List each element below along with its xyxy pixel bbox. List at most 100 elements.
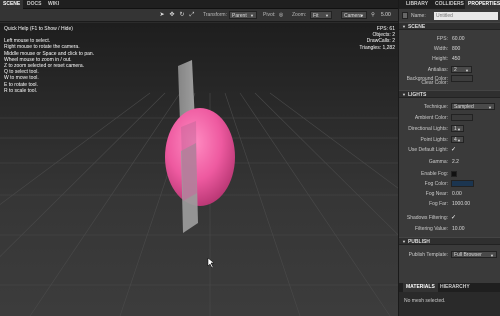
- zoom-select[interactable]: Fit ▼: [310, 11, 332, 19]
- height-label: Height:: [432, 56, 448, 62]
- fog-far-field[interactable]: 1000.00: [452, 200, 470, 208]
- chevron-down-icon: ▼: [457, 138, 461, 143]
- transform-label: Transform:: [203, 12, 227, 18]
- chevron-down-icon: ▼: [490, 253, 494, 258]
- fps-label: FPS:: [436, 36, 448, 42]
- gamma-label: Gamma:: [428, 159, 448, 165]
- width-label: Width:: [433, 46, 448, 52]
- scene-section-title: SCENE: [407, 24, 426, 30]
- chevron-down-icon: ▼: [250, 13, 254, 18]
- fog-color-swatch[interactable]: [451, 180, 474, 187]
- help-line: Middle mouse or Space and click to pan.: [4, 50, 95, 57]
- help-line: R to scale tool.: [4, 87, 38, 94]
- zoom-value: Fit: [313, 13, 319, 19]
- ambient-color-label: Ambient Color:: [414, 115, 448, 121]
- shadows-filtering-row: Shadows Filtering: ✓: [399, 214, 500, 222]
- enable-fog-row: Enable Fog:: [399, 170, 500, 178]
- tab-hierarchy[interactable]: HIERARCHY: [437, 283, 473, 292]
- zoom-label: Zoom:: [292, 12, 307, 18]
- tab-docs[interactable]: DOCS: [24, 0, 44, 9]
- ambient-color-row: Ambient Color:: [399, 114, 500, 122]
- name-input[interactable]: Untitled: [434, 12, 498, 20]
- camera-icon[interactable]: ⚲: [369, 12, 377, 19]
- lights-section-title: LIGHTS: [407, 92, 427, 98]
- antialias-label: Antialias:: [427, 67, 448, 73]
- name-icon: [402, 12, 408, 19]
- fog-color-label: Fog Color:: [424, 181, 448, 187]
- point-lights-label: Point Lights:: [420, 137, 448, 143]
- properties-panel: LIBRARY COLLIDERS PROPERTIES Name: Untit…: [398, 0, 500, 316]
- tab-wiki[interactable]: WIKI: [45, 0, 62, 9]
- enable-fog-label: Enable Fog:: [421, 171, 448, 177]
- height-row: Height: 450: [399, 55, 500, 63]
- triangle-down-icon: ▼: [402, 239, 406, 244]
- tab-library[interactable]: LIBRARY: [403, 0, 431, 9]
- technique-select[interactable]: Sampled ▼: [451, 103, 495, 110]
- scale-icon[interactable]: ⤢: [188, 12, 196, 19]
- technique-row: Technique: Sampled ▼: [399, 103, 500, 111]
- tab-properties[interactable]: PROPERTIES: [465, 0, 500, 9]
- chevron-down-icon: ▼: [360, 13, 364, 18]
- right-tab-bar: LIBRARY COLLIDERS PROPERTIES: [399, 0, 500, 9]
- directional-lights-select[interactable]: 1 ▼: [451, 125, 464, 132]
- gamma-row: Gamma: 2.2: [399, 158, 500, 166]
- publish-section-title: PUBLISH: [407, 239, 430, 245]
- viewport-toolbar: ➤ ✥ ↻ ⤢ Transform: Parent ▼ Pivot: ◎ Zoom…: [0, 9, 398, 22]
- tab-colliders[interactable]: COLLIDERS: [432, 0, 467, 9]
- point-lights-select[interactable]: 4 ▼: [451, 136, 464, 143]
- move-icon[interactable]: ✥: [168, 12, 176, 19]
- stat-triangles: Triangles: 1,282: [359, 44, 395, 51]
- tab-materials[interactable]: MATERIALS: [403, 283, 438, 292]
- plane-sphere-overlap: [181, 121, 197, 201]
- fps-row: FPS: 60.00: [399, 35, 500, 43]
- publish-template-select[interactable]: Full Browser ▼: [451, 251, 497, 258]
- fog-far-label: Fog Far:: [429, 201, 448, 207]
- main-tab-bar: SCENE DOCS WIKI: [0, 0, 398, 9]
- default-light-row: Use Default Light: ✓: [399, 146, 500, 154]
- rotate-icon[interactable]: ↻: [178, 12, 186, 19]
- fps-field[interactable]: 60.00: [452, 35, 465, 43]
- mouse-cursor-icon: [207, 257, 215, 269]
- pivot-icon[interactable]: ◎: [277, 12, 285, 19]
- gamma-field[interactable]: 2.2: [452, 158, 459, 166]
- tab-scene[interactable]: SCENE: [0, 0, 24, 9]
- technique-value: Sampled: [454, 104, 474, 110]
- publish-template-label: Publish Template:: [408, 252, 448, 258]
- chevron-down-icon: ▼: [325, 13, 329, 18]
- camera-speed-field[interactable]: 5.00: [379, 11, 396, 19]
- triangle-down-icon: ▼: [402, 24, 406, 29]
- filtering-value-row: Filtering Value: 10.00: [399, 225, 500, 233]
- sphere-mesh[interactable]: [165, 108, 235, 206]
- shadows-filtering-checkbox[interactable]: ✓: [451, 214, 456, 222]
- antialias-value: 2: [454, 67, 457, 73]
- antialias-select[interactable]: 2 ▼: [451, 66, 472, 73]
- enable-fog-checkbox[interactable]: [451, 171, 457, 177]
- default-light-checkbox[interactable]: ✓: [451, 146, 456, 154]
- camera-select[interactable]: Camera ▼: [341, 11, 367, 19]
- fog-near-field[interactable]: 0.00: [452, 190, 462, 198]
- pointer-icon[interactable]: ➤: [158, 12, 166, 19]
- clear-color-label: Clear Color:: [421, 80, 448, 86]
- transform-select[interactable]: Parent ▼: [229, 11, 257, 19]
- chevron-down-icon: ▼: [488, 105, 492, 110]
- chevron-down-icon: ▼: [457, 127, 461, 132]
- fog-color-row: Fog Color:: [399, 180, 500, 188]
- quick-help-title: Quick Help (F1 to Show / Hide): [4, 26, 73, 32]
- filtering-value-field[interactable]: 10.00: [452, 225, 465, 233]
- height-field[interactable]: 450: [452, 55, 460, 63]
- scene-section-header[interactable]: ▼ SCENE: [399, 22, 500, 30]
- lights-section-header[interactable]: ▼ LIGHTS: [399, 90, 500, 98]
- fog-near-row: Fog Near: 0.00: [399, 190, 500, 198]
- materials-panel: MATERIALS HIERARCHY No mesh selected.: [399, 283, 500, 316]
- publish-section-header[interactable]: ▼ PUBLISH: [399, 237, 500, 245]
- fog-far-row: Fog Far: 1000.00: [399, 200, 500, 208]
- shadows-filtering-label: Shadows Filtering:: [406, 215, 448, 221]
- no-mesh-message: No mesh selected.: [404, 298, 446, 304]
- fog-near-label: Fog Near:: [425, 191, 448, 197]
- pivot-label: Pivot:: [263, 12, 276, 18]
- quick-help-overlay: Quick Help (F1 to Show / Hide) Left mous…: [4, 26, 94, 94]
- scene-viewport[interactable]: Quick Help (F1 to Show / Hide) Left mous…: [0, 23, 398, 316]
- width-field[interactable]: 800: [452, 45, 460, 53]
- clear-color-row: Clear Color:: [399, 79, 500, 87]
- ambient-color-swatch[interactable]: [451, 114, 473, 121]
